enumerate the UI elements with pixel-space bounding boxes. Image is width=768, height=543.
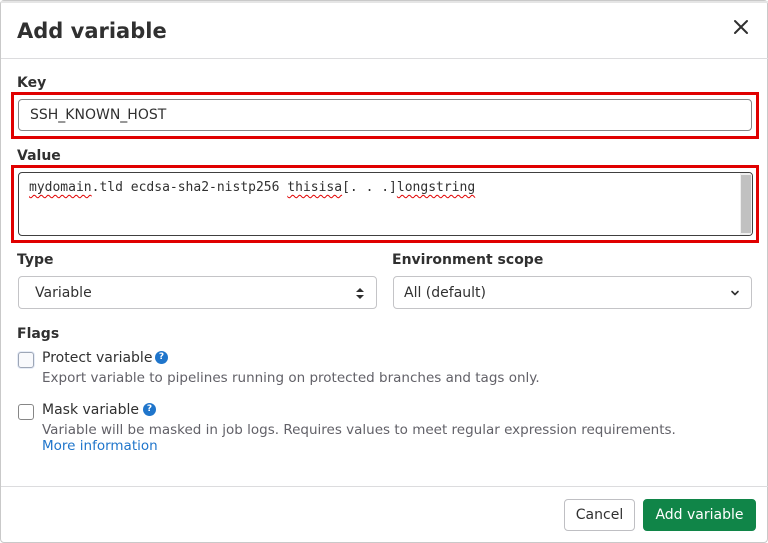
- environment-scope-value: All (default): [404, 285, 486, 301]
- modal-header: Add variable: [1, 1, 768, 59]
- add-variable-button[interactable]: Add variable: [643, 499, 756, 531]
- modal-title: Add variable: [17, 19, 167, 43]
- mask-variable-checkbox[interactable]: [18, 404, 34, 420]
- question-icon[interactable]: ?: [143, 403, 156, 416]
- value-label: Value: [17, 148, 61, 164]
- value-textarea[interactable]: mydomain.tld ecdsa-sha2-nistp256 thisisa…: [18, 172, 753, 236]
- mask-variable-label[interactable]: Mask variable: [42, 401, 139, 419]
- chevron-down-icon: [731, 290, 739, 296]
- sort-icon: [356, 288, 364, 299]
- value-text-part: thisisa: [287, 180, 343, 195]
- value-text-part: longstring: [396, 180, 476, 195]
- more-information-link[interactable]: More information: [42, 438, 158, 455]
- add-variable-modal: Add variable Key SSH_KNOWN_HOST Value my…: [0, 0, 768, 543]
- close-icon: [734, 20, 748, 34]
- textarea-scroll-thumb[interactable]: [741, 175, 751, 233]
- protect-variable-checkbox[interactable]: [18, 352, 34, 368]
- question-icon[interactable]: ?: [155, 351, 168, 364]
- type-label: Type: [17, 252, 54, 268]
- cancel-button[interactable]: Cancel: [564, 499, 635, 531]
- value-text-part: [. . .]: [342, 180, 397, 195]
- flags-label: Flags: [17, 326, 60, 342]
- key-label: Key: [17, 75, 47, 91]
- environment-scope-label: Environment scope: [392, 252, 544, 268]
- mask-variable-description: Variable will be masked in job logs. Req…: [42, 422, 676, 438]
- value-text: mydomain.tld ecdsa-sha2-nistp256 thisisa…: [29, 180, 475, 195]
- textarea-scrollbar[interactable]: [740, 173, 752, 235]
- protect-variable-description: Export variable to pipelines running on …: [42, 370, 540, 386]
- type-select[interactable]: Variable: [18, 276, 377, 309]
- close-button[interactable]: [727, 13, 755, 41]
- type-select-value: Variable: [35, 285, 92, 301]
- value-text-part: .tld ecdsa-sha2-nistp256: [91, 180, 288, 195]
- environment-scope-dropdown[interactable]: All (default): [393, 276, 752, 309]
- key-input[interactable]: SSH_KNOWN_HOST: [18, 99, 752, 131]
- key-input-value: SSH_KNOWN_HOST: [30, 107, 167, 123]
- protect-variable-label[interactable]: Protect variable: [42, 349, 152, 367]
- value-text-part: mydomain: [29, 180, 92, 195]
